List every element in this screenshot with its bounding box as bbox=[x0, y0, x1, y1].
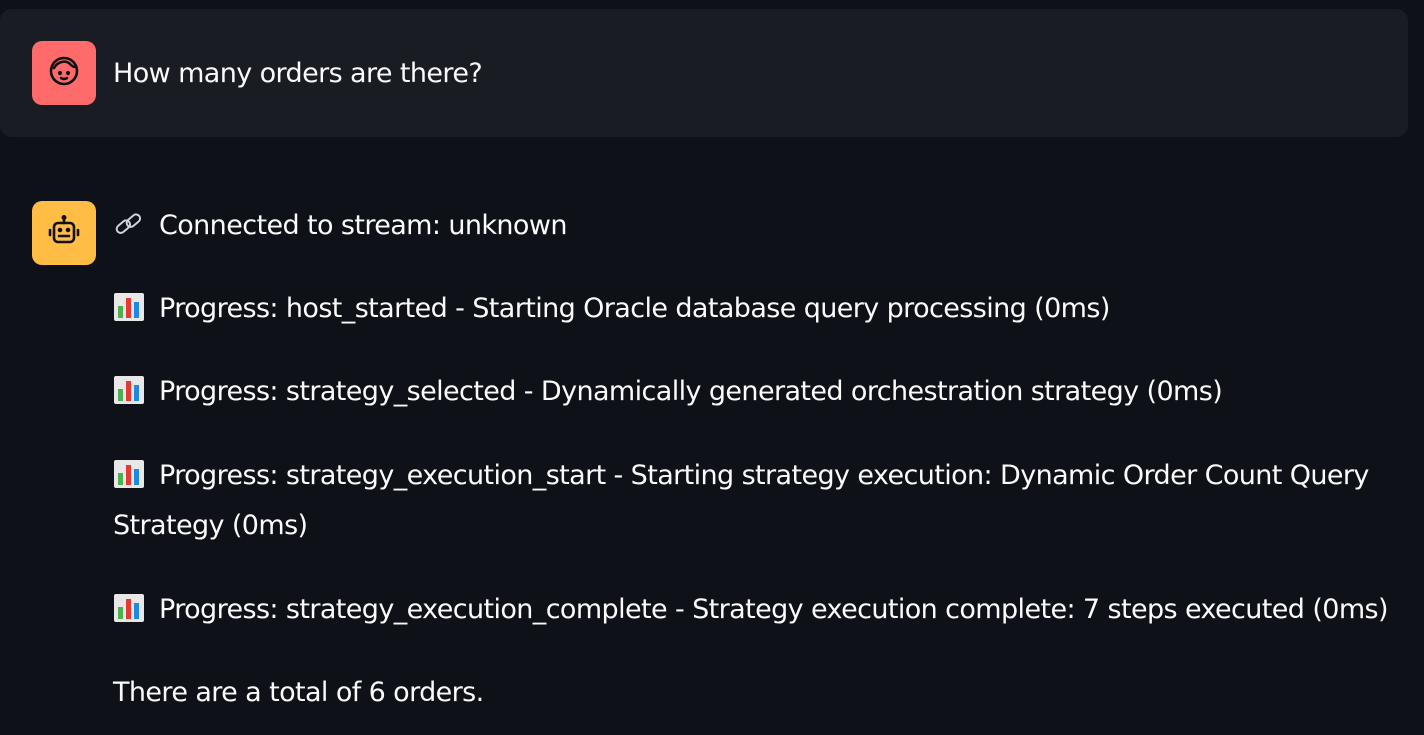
progress-text: Progress: strategy_execution_complete - … bbox=[159, 594, 1389, 625]
bar-chart-icon bbox=[113, 590, 149, 622]
bar-chart-icon bbox=[113, 456, 149, 488]
progress-line: Progress: strategy_execution_complete - … bbox=[113, 585, 1389, 635]
bar-chart-icon bbox=[113, 289, 149, 321]
user-message: How many orders are there? bbox=[0, 9, 1408, 137]
progress-line: Progress: strategy_execution_start - Sta… bbox=[113, 451, 1403, 551]
progress-line: Progress: host_started - Starting Oracle… bbox=[113, 284, 1110, 334]
chat-container: How many orders are there? Connected to … bbox=[0, 0, 1424, 735]
answer-text: There are a total of 6 orders. bbox=[113, 677, 484, 708]
progress-line: Progress: strategy_selected - Dynamicall… bbox=[113, 367, 1223, 417]
assistant-avatar bbox=[32, 201, 96, 265]
progress-text: Progress: strategy_execution_start - Sta… bbox=[113, 460, 1369, 541]
user-message-text: How many orders are there? bbox=[113, 58, 483, 89]
progress-text: Progress: strategy_selected - Dynamicall… bbox=[159, 376, 1223, 407]
link-icon bbox=[113, 206, 149, 236]
bar-chart-icon bbox=[113, 372, 149, 404]
face-icon bbox=[46, 53, 82, 93]
stream-status-line: Connected to stream: unknown bbox=[113, 201, 567, 251]
progress-text: Progress: host_started - Starting Oracle… bbox=[159, 293, 1110, 324]
robot-icon bbox=[46, 213, 82, 253]
user-avatar bbox=[32, 41, 96, 105]
stream-status-text: Connected to stream: unknown bbox=[159, 210, 567, 241]
